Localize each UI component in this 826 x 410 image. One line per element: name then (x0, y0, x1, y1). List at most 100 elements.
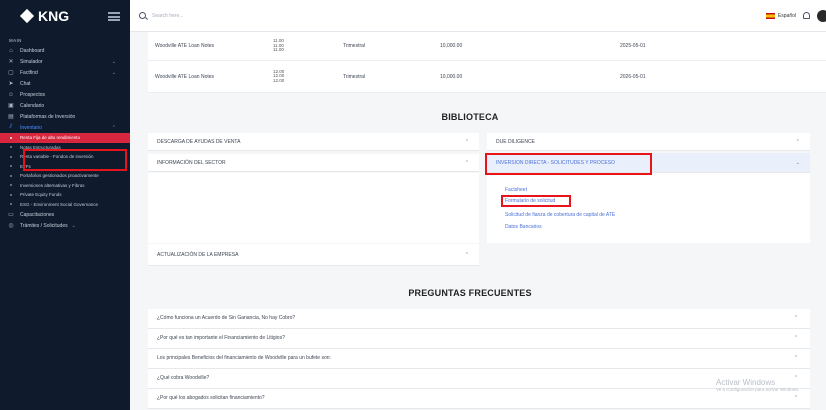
chevron-up-icon: ⌃ (111, 124, 116, 131)
faq-title: PREGUNTAS FRECUENTES (408, 288, 532, 298)
sidebar-subitem-portafolios[interactable]: Portafolios gestionados proactivamente (0, 171, 130, 181)
sidebar-item-plataformas[interactable]: ▤ Plataformas de Inversión (0, 111, 130, 122)
sidebar-item-dashboard[interactable]: ⌂ Dashboard (0, 45, 130, 56)
accordion-label: DUE DILIGENCE (496, 138, 535, 145)
sidebar-subitem-label: Private Equity Funds (20, 192, 62, 198)
sidebar-subitem-label: Inversiones alternativas y Fibras (20, 182, 85, 188)
bullet-icon (10, 203, 12, 206)
loan-date: 2025-05-01 (620, 43, 646, 49)
table-row: Woodville ATE Loan Notes 11.00 11.00 11.… (148, 32, 826, 61)
calendar-icon: ▣ (8, 103, 14, 109)
chevron-down-icon: ⌄ (71, 222, 76, 229)
windows-activation-watermark: Activar Windows Ve a Configuración para … (716, 378, 822, 400)
loan-amount: 10,000.00 (440, 73, 463, 80)
link-datos-bancarios[interactable]: Datos Bancarios (505, 224, 542, 230)
sidebar-item-label: Inventario (20, 124, 42, 131)
sidebar-item-tramites[interactable]: ◎ Trámites / Solicitudes ⌄ (0, 220, 130, 231)
chevron-down-icon: ⌄ (111, 58, 116, 65)
bullet-icon (10, 174, 12, 177)
accordion-due-diligence[interactable]: DUE DILIGENCE ⌃ (487, 133, 810, 151)
sidebar-item-capacitaciones[interactable]: ▭ Capacitaciones (0, 209, 130, 220)
sidebar-item-label: Dashboard (20, 47, 45, 54)
training-icon: ▭ (8, 212, 14, 218)
chevron-up-icon: ⌃ (793, 315, 798, 322)
sidebar-item-prospectos[interactable]: ☺ Prospectos (0, 89, 130, 100)
sidebar-item-label: Capacitaciones (20, 211, 55, 218)
sidebar-section-label: MAIN (9, 38, 22, 43)
accordion-spacer (148, 173, 479, 243)
topbar: Español (130, 0, 826, 32)
sidebar-item-label: Plataformas de Inversión (20, 113, 76, 120)
chevron-down-icon: ⌄ (795, 159, 800, 166)
sidebar-item-label: Calendario (20, 102, 45, 109)
diamond-logo-icon (19, 8, 35, 24)
loan-date: 2026-05-01 (620, 73, 646, 80)
accordion-panel (487, 173, 810, 243)
biblioteca-title: BIBLIOTECA (441, 112, 499, 122)
sidebar-item-simulador[interactable]: ✕ Simulador ⌄ (0, 56, 130, 67)
loan-rates: 12.00 12.00 12.00 (273, 69, 285, 83)
faq-question: ¿Cómo funciona un Acuerdo de Sin Gananci… (157, 315, 296, 322)
sidebar-item-label: Chat (20, 80, 31, 87)
avatar[interactable] (817, 9, 826, 22)
hamburger-menu-icon[interactable] (108, 11, 120, 21)
accordion-descarga-ayudas[interactable]: DESCARGA DE AYUDAS DE VENTA ⌃ (148, 133, 479, 151)
accordion-actualizacion-empresa[interactable]: ACTUALIZACIÓN DE LA EMPRESA ⌃ (148, 244, 479, 266)
highlight-inversion-directa-box (485, 153, 652, 175)
loan-frequency: Trimestral (343, 73, 366, 80)
sidebar-item-factfind[interactable]: ▢ Factfind ⌄ (0, 67, 130, 78)
sidebar-subitem-private-equity[interactable]: Private Equity Funds (0, 190, 130, 200)
chevron-up-icon: ⌃ (793, 335, 798, 342)
faq-item[interactable]: ¿Por qué los abogados solicitan financia… (148, 389, 810, 409)
accordion-informacion-sector[interactable]: INFORMACIÓN DEL SECTOR ⌃ (148, 154, 479, 172)
sidebar-item-chat[interactable]: ➤ Chat (0, 78, 130, 89)
loan-rate: 12.00 (273, 77, 285, 83)
bullet-icon (10, 155, 12, 158)
sidebar-subitem-label: Renta Fija de alto rendimiento (20, 135, 81, 141)
accordion-label: ACTUALIZACIÓN DE LA EMPRESA (157, 251, 239, 258)
chart-icon: ⫽ (9, 124, 13, 130)
sidebar: KNG MAIN ⌂ Dashboard ✕ Simulador ⌄ ▢ Fac… (0, 0, 130, 410)
language-selector[interactable]: Español (778, 13, 796, 19)
faq-question: Los principales Beneficios del financiam… (157, 355, 331, 362)
chevron-up-icon: ⌃ (464, 138, 469, 145)
bullet-icon (10, 184, 12, 187)
loan-name: Woodville ATE Loan Notes (155, 43, 215, 49)
link-factsheet[interactable]: Factsheet (505, 187, 527, 193)
sidebar-item-label: Prospectos (20, 91, 46, 98)
faq-item[interactable]: ¿Por qué es tan importante el Financiami… (148, 329, 810, 349)
sidebar-item-label: Trámites / Solicitudes (20, 222, 68, 229)
search-input[interactable] (152, 12, 352, 19)
brand[interactable]: KNG (0, 0, 130, 32)
sidebar-item-inventario[interactable]: ⫽ Inventario ⌃ (0, 122, 130, 133)
faq-item[interactable]: ¿Qué cobra Woodville? ⌃ (148, 369, 810, 389)
bullet-icon (10, 146, 12, 149)
sidebar-subitem-label: Portafolios gestionados proactivamente (20, 173, 99, 179)
faq-question: ¿Qué cobra Woodville? (157, 375, 210, 382)
highlight-formulario-box (501, 195, 571, 207)
calculator-icon: ✕ (8, 59, 14, 65)
faq-item[interactable]: ¿Cómo funciona un Acuerdo de Sin Gananci… (148, 309, 810, 329)
spain-flag-icon[interactable] (765, 12, 775, 19)
loan-rate: 11.00 (273, 47, 284, 53)
sidebar-subitem-alternativas[interactable]: Inversiones alternativas y Fibras (0, 181, 130, 191)
home-icon: ⌂ (9, 47, 13, 54)
table-row: Woodville ATE Loan Notes 12.00 12.00 12.… (148, 61, 826, 93)
sidebar-item-calendario[interactable]: ▣ Calendario (0, 100, 130, 111)
bullet-icon (10, 136, 12, 139)
chevron-up-icon: ⌃ (793, 355, 798, 362)
send-icon: ➤ (8, 81, 14, 87)
accordion-label: INFORMACIÓN DEL SECTOR (157, 159, 226, 166)
chevron-down-icon: ⌄ (111, 69, 116, 76)
sidebar-subitem-label: ESG - Environment Social Governance (20, 201, 99, 207)
sidebar-subitem-esg[interactable]: ESG - Environment Social Governance (0, 200, 130, 210)
sidebar-subitem-renta-fija[interactable]: Renta Fija de alto rendimiento (0, 133, 130, 143)
faq-item[interactable]: Los principales Beneficios del financiam… (148, 349, 810, 369)
loan-rates: 11.00 11.00 11.00 (273, 38, 284, 53)
loan-frequency: Trimestral (343, 43, 366, 49)
bell-icon[interactable] (803, 12, 810, 19)
faq-question: ¿Por qué es tan importante el Financiami… (157, 335, 285, 342)
topbar-actions: Español (765, 9, 826, 22)
forms-icon: ◎ (8, 223, 14, 229)
link-solicitud-fianza[interactable]: Solicitud de fianza de cobertura de capi… (505, 212, 615, 218)
